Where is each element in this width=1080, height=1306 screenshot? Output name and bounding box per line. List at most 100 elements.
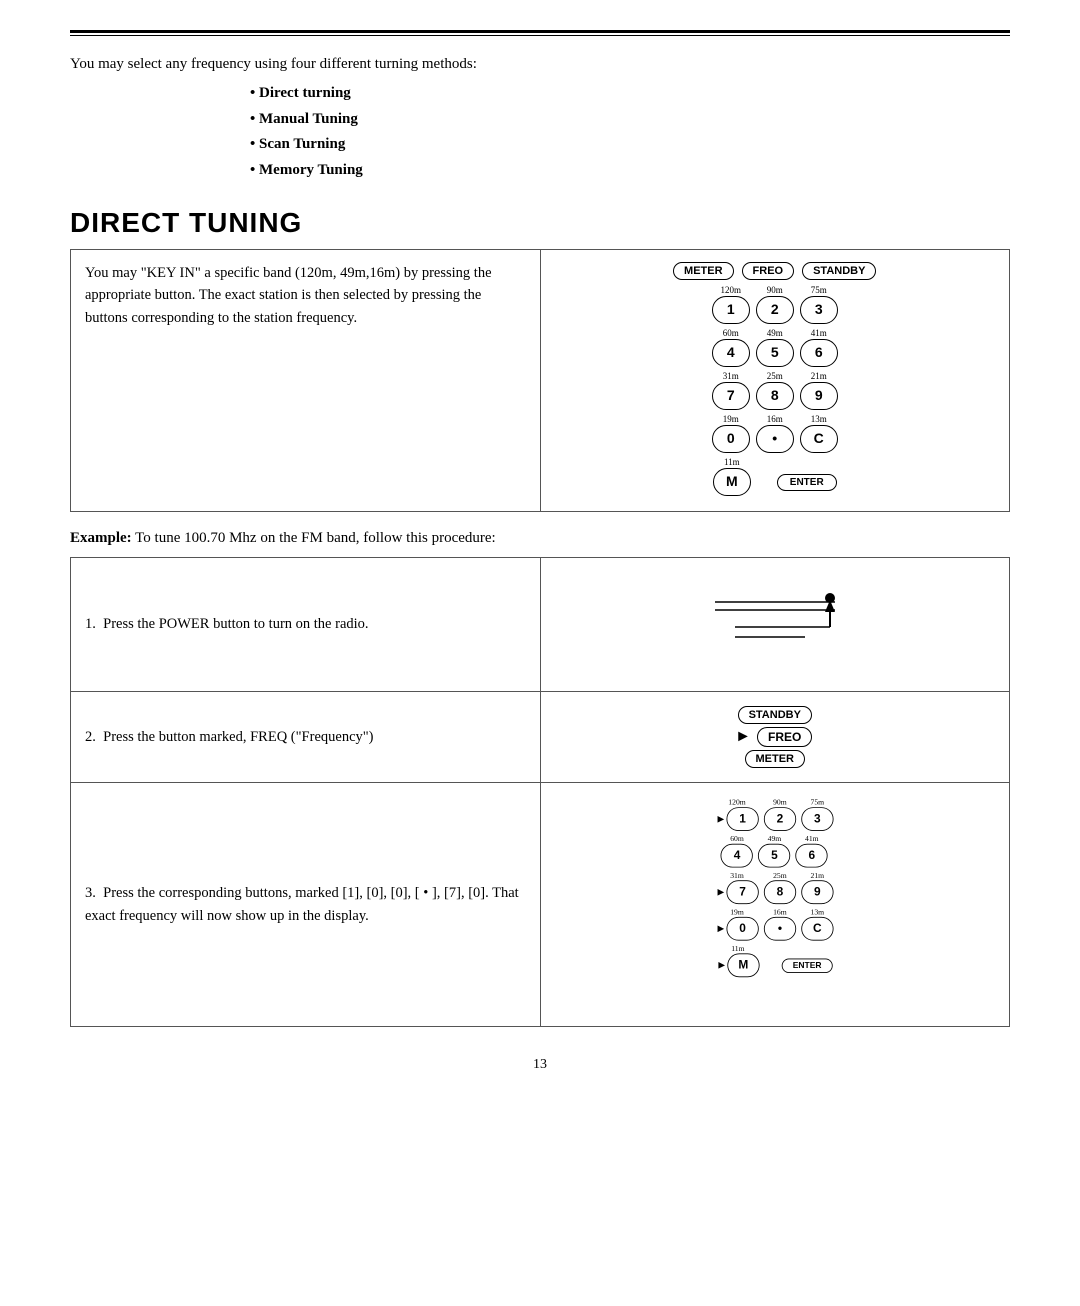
bullet-scan: Scan Turning — [250, 132, 1010, 158]
key-4: 4 — [712, 339, 750, 367]
key-c-wrap: 13m C — [800, 413, 838, 453]
step3-row-5: 11m ► M ENTER — [713, 943, 836, 977]
key-5-sub: 49m — [767, 327, 783, 339]
key-4-sub: 60m — [723, 327, 739, 339]
step3-row-2: 60m 4 49m 5 41m 6 — [713, 834, 836, 868]
step3-key-3: 3 — [801, 807, 833, 831]
step2-meter: METER — [745, 750, 806, 768]
top-rule-thin — [70, 35, 1010, 36]
step-3-text: 3. Press the corresponding buttons, mark… — [85, 885, 519, 923]
bullet-memory: Memory Tuning — [250, 158, 1010, 184]
keypad-row-3: 31m 7 25m 8 21m 9 — [671, 370, 878, 410]
step3-key-m-wrap: 11m ► M — [717, 943, 760, 977]
key-7: 7 — [712, 382, 750, 410]
key-m-wrap: 11m M — [713, 456, 751, 496]
key-1: 1 — [712, 296, 750, 324]
direct-desc-cell: You may "KEY IN" a specific band (120m, … — [71, 250, 541, 512]
step3-key-9: 9 — [801, 880, 833, 904]
section-title-direct: DIRECT TUNING — [70, 207, 1010, 239]
step3-key-7: 7 — [727, 880, 759, 904]
example-text: To tune 100.70 Mhz on the FM band, follo… — [135, 530, 496, 546]
key-dot-wrap: 16m • — [756, 413, 794, 453]
step3-key-1-wrap: 120m ► 1 — [716, 797, 759, 831]
key-0: 0 — [712, 425, 750, 453]
bullet-manual: Manual Tuning — [250, 107, 1010, 133]
bullet-direct: Direct turning — [250, 81, 1010, 107]
key-dot: • — [756, 425, 794, 453]
step3-key-0: 0 — [727, 917, 759, 941]
key-c-sub: 13m — [811, 413, 827, 425]
step3-arrow-7: ► — [716, 885, 727, 899]
keypad-row-4: 19m 0 16m • 13m C — [671, 413, 878, 453]
step3-row-3: 31m ► 7 25m 8 21m 9 — [713, 870, 836, 904]
power-sketch-svg — [675, 572, 875, 672]
key-0-sub: 19m — [723, 413, 739, 425]
keypad-diagram-cell: METER FREO STANDBY 120m 1 90m 2 — [540, 250, 1010, 512]
step3-key-4: 4 — [721, 844, 753, 868]
keypad-row-5: 11m M ENTER — [671, 456, 878, 496]
step3-key-8: 8 — [764, 880, 796, 904]
key-8-wrap: 25m 8 — [756, 370, 794, 410]
top-rule-thick — [70, 30, 1010, 33]
step2-arrow: ► — [735, 728, 751, 746]
step-2-row: 2. Press the button marked, FREQ ("Frequ… — [71, 692, 1010, 783]
key-6: 6 — [800, 339, 838, 367]
step3-key-1: 1 — [727, 807, 759, 831]
step3-row-1: 120m ► 1 90m 2 75m 3 — [713, 797, 836, 831]
key-enter-wrap: ENTER — [777, 474, 837, 491]
key-9-wrap: 21m 9 — [800, 370, 838, 410]
key-8: 8 — [756, 382, 794, 410]
step-2-diagram-cell: STANDBY ► FREO METER — [540, 692, 1010, 783]
step-1-diagram-cell — [540, 558, 1010, 692]
step2-freo: FREO — [757, 727, 812, 747]
key-0-wrap: 19m 0 — [712, 413, 750, 453]
step2-freo-row: ► FREO — [735, 727, 814, 747]
key-4-wrap: 60m 4 — [712, 327, 750, 367]
key-1-sub: 120m — [720, 284, 741, 296]
step3-keypad: 120m ► 1 90m 2 75m 3 — [713, 797, 836, 980]
step3-key-c-wrap: 13m C — [801, 907, 833, 941]
keypad-row-2: 60m 4 49m 5 41m 6 — [671, 327, 878, 367]
key-m: M — [713, 468, 751, 496]
step3-key-dot-wrap: 16m • — [764, 907, 796, 941]
step3-key-8-wrap: 25m 8 — [764, 870, 796, 904]
step3-key-3-wrap: 75m 3 — [801, 797, 833, 831]
step3-key-6: 6 — [796, 844, 828, 868]
key-5-wrap: 49m 5 — [756, 327, 794, 367]
tuning-methods-list: Direct turning Manual Tuning Scan Turnin… — [250, 81, 1010, 183]
key-9: 9 — [800, 382, 838, 410]
step3-key-6-wrap: 41m 6 — [796, 834, 828, 868]
example-paragraph: Example: To tune 100.70 Mhz on the FM ba… — [70, 530, 1010, 547]
key-1-wrap: 120m 1 — [712, 284, 750, 324]
intro-paragraph: You may select any frequency using four … — [70, 56, 1010, 73]
direct-tuning-table: You may "KEY IN" a specific band (120m, … — [70, 249, 1010, 512]
key-3-wrap: 75m 3 — [800, 284, 838, 324]
step3-key-0-wrap: 19m ► 0 — [716, 907, 759, 941]
step3-key-7-wrap: 31m ► 7 — [716, 870, 759, 904]
step3-key-5-wrap: 49m 5 — [759, 834, 791, 868]
key-3-sub: 75m — [811, 284, 827, 296]
key-dot-sub: 16m — [767, 413, 783, 425]
step2-standby: STANDBY — [738, 706, 812, 724]
steps-table: 1. Press the POWER button to turn on the… — [70, 557, 1010, 1027]
key-7-sub: 31m — [723, 370, 739, 382]
freo-button: FREO — [742, 262, 795, 280]
step-3-diagram-cell: 120m ► 1 90m 2 75m 3 — [540, 783, 1010, 1027]
meter-button: METER — [673, 262, 734, 280]
step3-key-c: C — [801, 917, 833, 941]
keypad-diagram: METER FREO STANDBY 120m 1 90m 2 — [671, 262, 878, 499]
step3-key-4-wrap: 60m 4 — [721, 834, 753, 868]
standby-button: STANDBY — [802, 262, 876, 280]
step3-key-2: 2 — [764, 807, 796, 831]
key-8-sub: 25m — [767, 370, 783, 382]
step-1-row: 1. Press the POWER button to turn on the… — [71, 558, 1010, 692]
step-3-text-cell: 3. Press the corresponding buttons, mark… — [71, 783, 541, 1027]
example-label: Example: — [70, 530, 132, 546]
step2-meter-row: METER — [743, 750, 808, 768]
key-2-wrap: 90m 2 — [756, 284, 794, 324]
step-1-text-cell: 1. Press the POWER button to turn on the… — [71, 558, 541, 692]
page-number: 13 — [70, 1057, 1010, 1073]
step3-arrow-1: ► — [716, 812, 727, 826]
step3-key-2-wrap: 90m 2 — [764, 797, 796, 831]
key-6-sub: 41m — [811, 327, 827, 339]
